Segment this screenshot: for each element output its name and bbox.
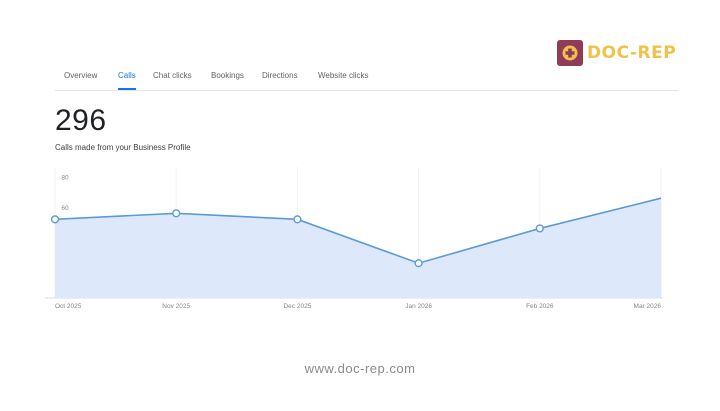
x-tick-label: Dec 2025 — [283, 303, 311, 310]
data-point[interactable] — [50, 215, 60, 224]
x-tick-label: Mar 2026 — [634, 303, 662, 310]
calls-chart: 20406080 Oct 2025Nov 2025Dec 2025Jan 202… — [45, 167, 663, 310]
data-point[interactable] — [414, 259, 423, 268]
chart-area — [55, 198, 661, 298]
data-point[interactable] — [172, 209, 181, 218]
x-tick-label: Oct 2025 — [55, 303, 82, 310]
data-point[interactable] — [293, 215, 302, 224]
data-point[interactable] — [535, 224, 544, 233]
y-tick-label: 80 — [61, 175, 69, 182]
x-tick-label: Nov 2025 — [162, 303, 190, 310]
footer-url[interactable]: www.doc-rep.com — [0, 361, 720, 376]
y-tick-label: 60 — [61, 205, 69, 212]
x-tick-label: Feb 2026 — [526, 303, 554, 310]
x-tick-label: Jan 2026 — [405, 303, 432, 310]
